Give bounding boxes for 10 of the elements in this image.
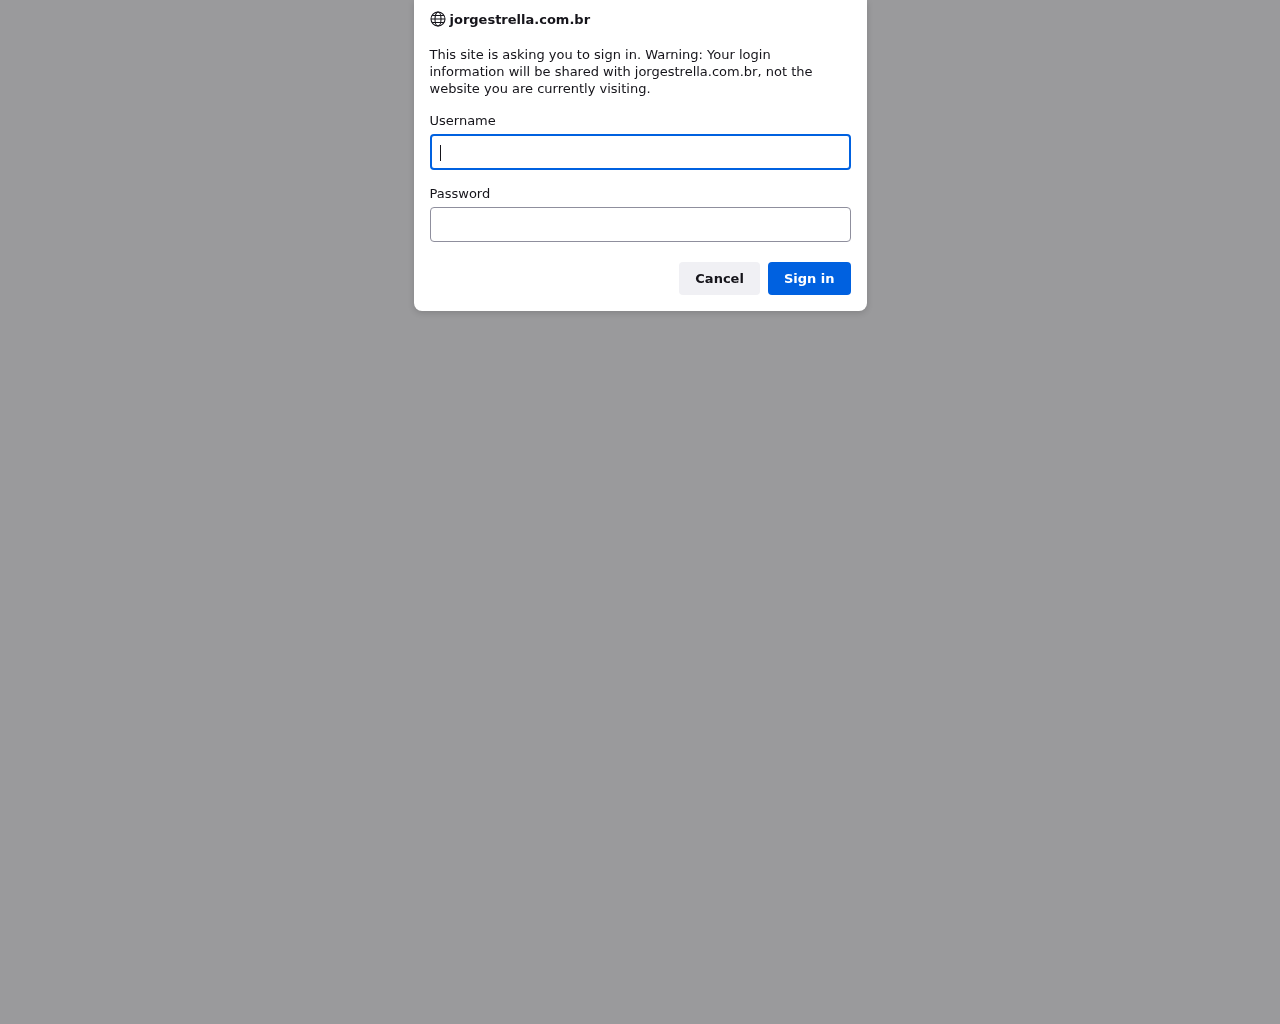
site-name: jorgestrella.com.br [449,11,591,27]
field-label: Password [429,186,492,202]
input-field[interactable] [429,134,851,170]
input-field[interactable] [429,207,851,242]
sign-in-button[interactable]: Sign in [767,262,851,295]
cancel-button[interactable]: Cancel [679,262,760,295]
globe-icon [429,11,446,27]
text-cursor [439,145,441,161]
field-label: Username [429,113,497,129]
warning-message: This site is asking you to sign in. Warning: Your login information will be shared with jorgestrella.com.br, not the website you are currently visiting. [429,46,814,97]
